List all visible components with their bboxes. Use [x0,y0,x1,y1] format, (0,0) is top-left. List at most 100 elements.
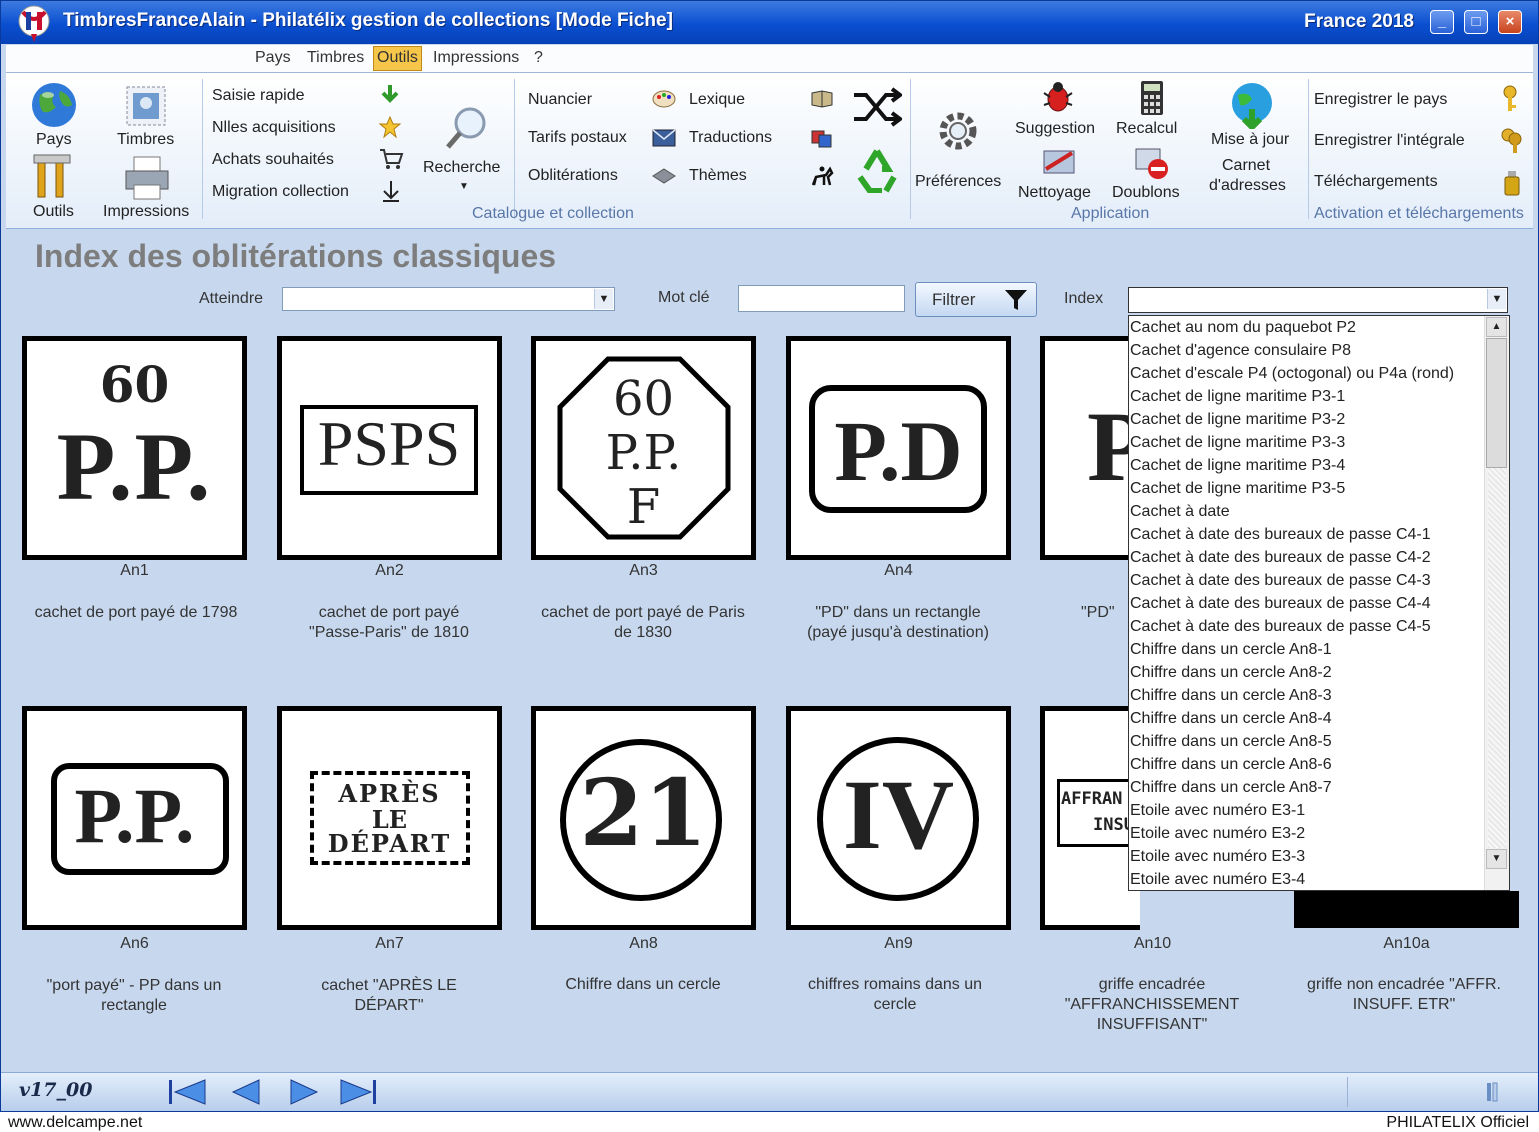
dropdown-option[interactable]: Etoile avec numéro E3-1 [1129,799,1485,822]
stamp-image[interactable]: IV [786,706,1011,930]
scroll-track[interactable] [1488,468,1506,848]
description-line: cachet "APRÈS LE [321,977,457,994]
version-label: v17_00 [19,1079,93,1101]
stamp-description: griffe non encadrée "AFFR. INSUFF. ETR" [1284,975,1524,1015]
star-icon [378,115,402,139]
shuffle-icon[interactable] [852,87,902,127]
carnet-adresses-button[interactable]: Carnet [1222,157,1270,175]
dropdown-option[interactable]: Cachet à date des bureaux de passe C4-5 [1129,615,1485,638]
dropdown-option[interactable]: Chiffre dans un cercle An8-6 [1129,753,1485,776]
telechargements-button[interactable]: Téléchargements [1314,173,1438,191]
next-record-icon[interactable] [287,1077,321,1107]
dropdown-option[interactable]: Cachet à date [1129,500,1485,523]
stamp-image[interactable]: 60 P.P. F [531,336,756,560]
filtrer-button[interactable]: Filtrer [915,282,1037,317]
stamp-mark-text: PSPS [317,408,461,479]
dropdown-option[interactable]: Chiffre dans un cercle An8-4 [1129,707,1485,730]
menu-timbres[interactable]: Timbres [304,49,367,67]
nuancier-button[interactable]: Nuancier [528,91,592,109]
dropdown-option[interactable]: Cachet à date des bureaux de passe C4-2 [1129,546,1485,569]
atteindre-combo[interactable]: ▼ [282,287,615,311]
traductions-button[interactable]: Traductions [689,129,772,147]
dropdown-option[interactable]: Cachet de ligne maritime P3-1 [1129,385,1485,408]
stamp-image[interactable]: P.D [786,336,1011,560]
recycle-icon[interactable] [852,147,902,193]
stamp-code: An4 [884,562,913,579]
menu-outils[interactable]: Outils [373,46,422,71]
index-combo[interactable]: ▼ [1128,287,1508,313]
close-button[interactable]: × [1498,10,1522,34]
stamp-image[interactable]: AFFRAN INSU [1040,706,1140,930]
usb-icon [1504,171,1520,196]
nouvelles-acquisitions-button[interactable]: Nlles acquisitions [212,119,336,137]
stamp-image[interactable] [1294,891,1519,928]
dropdown-option[interactable]: Cachet à date des bureaux de passe C4-3 [1129,569,1485,592]
dropdown-option[interactable]: Etoile avec numéro E3-4 [1129,868,1485,890]
dropdown-option[interactable]: Cachet de ligne maritime P3-5 [1129,477,1485,500]
dropdown-option[interactable]: Cachet au nom du paquebot P2 [1129,316,1485,339]
themes-button[interactable]: Thèmes [689,167,747,185]
dropdown-option[interactable]: Cachet à date des bureaux de passe C4-4 [1129,592,1485,615]
dropdown-option[interactable]: Etoile avec numéro E3-3 [1129,845,1485,868]
minimize-button[interactable]: _ [1430,10,1454,34]
menu-impressions[interactable]: Impressions [430,49,522,67]
dropdown-option[interactable]: Chiffre dans un cercle An8-1 [1129,638,1485,661]
menu-pays[interactable]: Pays [252,49,294,67]
stamp-code: An6 [120,935,149,952]
first-record-icon[interactable] [167,1077,209,1107]
previous-record-icon[interactable] [229,1077,263,1107]
stamp-description: cachet de port payé de 1798 [16,603,256,623]
stamp-description: "PD" dans un rectangle (payé jusqu'à des… [778,603,1018,643]
dropdown-option[interactable]: Cachet d'escale P4 (octogonal) ou P4a (r… [1129,362,1485,385]
dropdown-option[interactable]: Chiffre dans un cercle An8-3 [1129,684,1485,707]
window-title: TimbresFranceAlain - Philatélix gestion … [63,10,673,31]
last-record-icon[interactable] [337,1077,379,1107]
dropdown-option[interactable]: Chiffre dans un cercle An8-7 [1129,776,1485,799]
motcle-input[interactable] [738,285,905,312]
stamp-description: cachet de port payé "Passe-Paris" de 181… [269,603,509,643]
achats-souhaites-button[interactable]: Achats souhaités [212,151,334,169]
dropdown-option[interactable]: Chiffre dans un cercle An8-2 [1129,661,1485,684]
stamp-mark-text: P.P. [605,425,682,481]
scroll-thumb[interactable] [1486,338,1507,468]
nettoyage-label: Nettoyage [1018,184,1091,201]
dropdown-scrollbar[interactable]: ▲ ▼ [1484,316,1509,890]
enregistrer-integrale-button[interactable]: Enregistrer l'intégrale [1314,132,1465,150]
migration-collection-button[interactable]: Migration collection [212,183,349,201]
scroll-down-icon[interactable]: ▼ [1486,849,1507,869]
stamp-description: griffe encadrée "AFFRANCHISSEMENT INSUFF… [1032,975,1272,1035]
scroll-up-icon[interactable]: ▲ [1486,317,1507,337]
arrow-down-icon [383,181,399,202]
tarifs-postaux-button[interactable]: Tarifs postaux [528,129,627,147]
description-line: de 1830 [614,624,672,641]
gear-icon [939,112,977,150]
stamp-mark-text: 60 [99,355,170,414]
index-dropdown-list[interactable]: Cachet au nom du paquebot P2 Cachet d'age… [1128,315,1510,891]
stamp-image[interactable]: P [1040,336,1140,560]
chevron-down-icon[interactable]: ▼ [1487,289,1506,309]
panel-toggle-icon[interactable] [1485,1081,1501,1103]
stamp-mark-text: DÉPART [327,829,452,858]
enregistrer-pays-button[interactable]: Enregistrer le pays [1314,91,1447,109]
obliterations-button[interactable]: Oblitérations [528,167,618,185]
chevron-down-icon[interactable]: ▼ [594,289,613,309]
stamp-image[interactable]: 60 P.P. [22,336,247,560]
stamp-image[interactable]: APRÈS LE DÉPART [277,706,502,930]
menu-help[interactable]: ? [531,49,546,67]
dropdown-option[interactable]: Cachet de ligne maritime P3-3 [1129,431,1485,454]
dropdown-option[interactable]: Cachet d'agence consulaire P8 [1129,339,1485,362]
stamp-image[interactable]: PSPS [277,336,502,560]
saisie-rapide-button[interactable]: Saisie rapide [212,87,305,105]
ribbon-separator [202,79,203,219]
dropdown-option[interactable]: Cachet à date des bureaux de passe C4-1 [1129,523,1485,546]
description-line: "PD" dans un rectangle [815,604,981,621]
lexique-button[interactable]: Lexique [689,91,745,109]
title-bar[interactable]: TimbresFranceAlain - Philatélix gestion … [1,1,1538,44]
dropdown-option[interactable]: Cachet de ligne maritime P3-4 [1129,454,1485,477]
dropdown-option[interactable]: Cachet de ligne maritime P3-2 [1129,408,1485,431]
maximize-button[interactable]: □ [1464,10,1488,34]
stamp-image[interactable]: 21 [531,706,756,930]
dropdown-option[interactable]: Etoile avec numéro E3-2 [1129,822,1485,845]
dropdown-option[interactable]: Chiffre dans un cercle An8-5 [1129,730,1485,753]
stamp-image[interactable]: P.P. [22,706,247,930]
